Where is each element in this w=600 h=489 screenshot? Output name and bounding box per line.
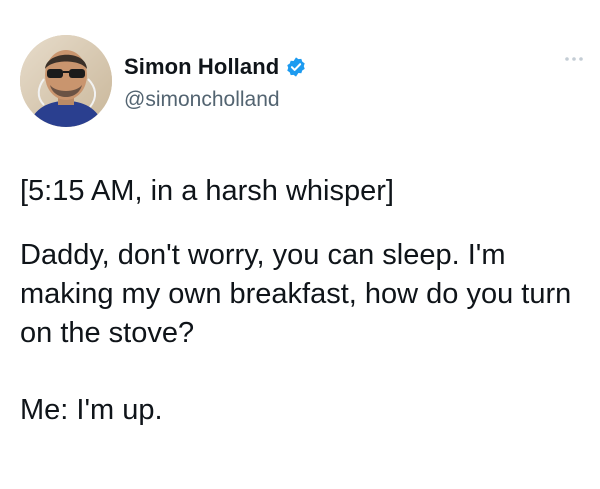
tweet-text-paragraph: [5:15 AM, in a harsh whisper] bbox=[20, 175, 394, 207]
user-handle[interactable]: @simoncholland bbox=[124, 88, 280, 112]
verified-badge-icon bbox=[285, 56, 307, 78]
tweet-text-paragraph: Me: I'm up. bbox=[20, 394, 163, 426]
avatar[interactable] bbox=[20, 35, 112, 127]
more-options-icon[interactable] bbox=[563, 52, 585, 64]
name-row: Simon Holland bbox=[124, 54, 307, 80]
tweet-text-paragraph: Daddy, don't worry, you can sleep. I'm m… bbox=[20, 239, 572, 349]
tweet-card: Simon Holland @simoncholland [5:15 AM, i… bbox=[0, 0, 600, 489]
display-name[interactable]: Simon Holland bbox=[124, 54, 279, 80]
